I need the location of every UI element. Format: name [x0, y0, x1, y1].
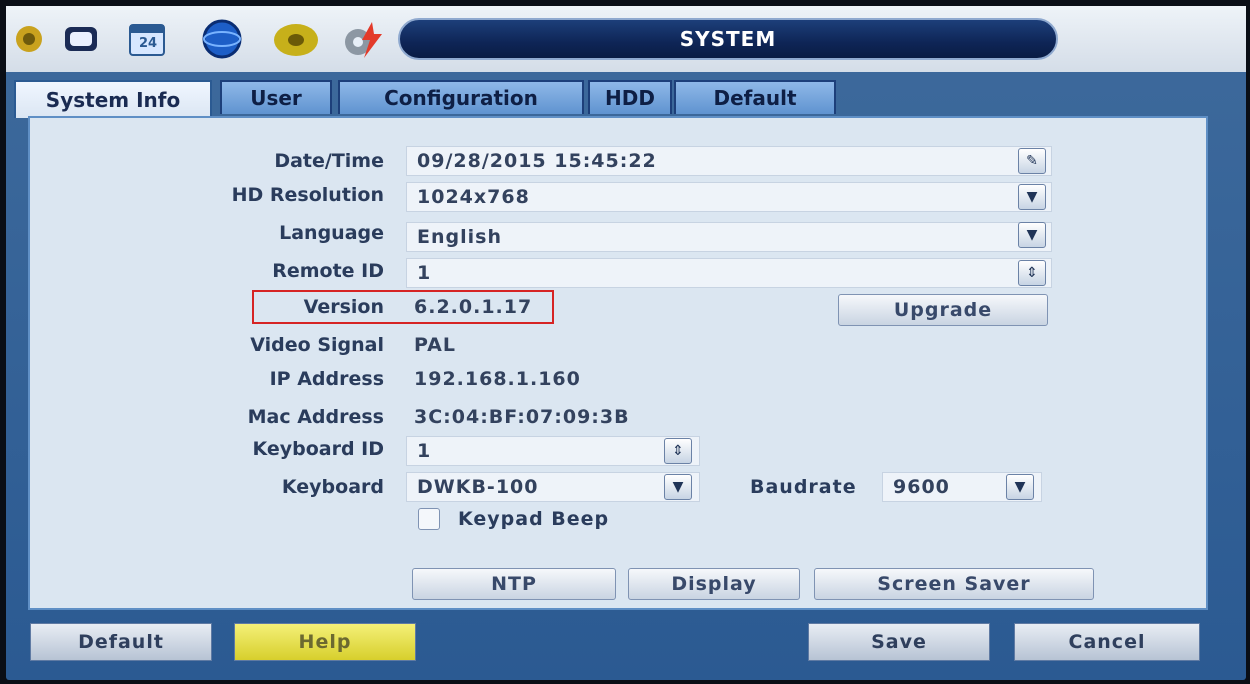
- tab-user[interactable]: User: [220, 80, 332, 114]
- camera-icon[interactable]: [6, 16, 52, 62]
- chevron-down-icon[interactable]: ▼: [1006, 474, 1034, 500]
- top-menu-bar: 24 SYSTEM: [6, 6, 1246, 72]
- ip-address-label: IP Address: [269, 368, 384, 390]
- upgrade-button[interactable]: Upgrade: [838, 294, 1048, 326]
- dvr-screen: 24 SYSTEM System Info User Configuration…: [6, 6, 1246, 680]
- video-signal-value: PAL: [414, 334, 456, 356]
- stepper-arrows-icon[interactable]: ⇕: [664, 438, 692, 464]
- language-value: English: [417, 226, 502, 248]
- screen-saver-button[interactable]: Screen Saver: [814, 568, 1094, 600]
- baudrate-label: Baudrate: [750, 476, 857, 498]
- hd-resolution-select[interactable]: 1024x768: [406, 182, 1052, 212]
- hd-resolution-value: 1024x768: [417, 186, 530, 208]
- chevron-down-icon[interactable]: ▼: [1018, 184, 1046, 210]
- keyboard-value: DWKB-100: [417, 476, 539, 498]
- network-globe-icon[interactable]: [192, 16, 252, 62]
- tab-system-info[interactable]: System Info: [14, 80, 212, 118]
- default-button[interactable]: Default: [30, 623, 212, 661]
- edit-pencil-icon[interactable]: ✎: [1018, 148, 1046, 174]
- mac-address-value: 3C:04:BF:07:09:3B: [414, 406, 630, 428]
- language-select[interactable]: English: [406, 222, 1052, 252]
- version-value: 6.2.0.1.17: [414, 296, 533, 318]
- keyboard-label: Keyboard: [281, 476, 384, 498]
- page-title: SYSTEM: [398, 18, 1058, 60]
- display-button[interactable]: Display: [628, 568, 800, 600]
- remote-id-stepper[interactable]: 1: [406, 258, 1052, 288]
- mac-address-label: Mac Address: [247, 406, 384, 428]
- datetime-label: Date/Time: [274, 150, 384, 172]
- keypad-beep-checkbox[interactable]: [418, 508, 440, 530]
- tab-configuration[interactable]: Configuration: [338, 80, 584, 114]
- system-info-panel: Date/Time 09/28/2015 15:45:22 ✎ HD Resol…: [28, 116, 1208, 610]
- ip-address-value: 192.168.1.160: [414, 368, 581, 390]
- calendar-icon[interactable]: 24: [124, 16, 170, 62]
- version-label: Version: [303, 296, 384, 318]
- video-signal-label: Video Signal: [250, 334, 384, 356]
- keypad-beep-label: Keypad Beep: [458, 508, 610, 530]
- keyboard-select[interactable]: DWKB-100: [406, 472, 700, 502]
- hd-resolution-label: HD Resolution: [231, 184, 384, 206]
- baudrate-value: 9600: [893, 476, 950, 498]
- datetime-field[interactable]: 09/28/2015 15:45:22: [406, 146, 1052, 176]
- remote-id-value: 1: [417, 262, 432, 284]
- remote-id-label: Remote ID: [272, 260, 384, 282]
- save-button[interactable]: Save: [808, 623, 990, 661]
- tab-hdd[interactable]: HDD: [588, 80, 672, 114]
- keyboard-id-stepper[interactable]: 1: [406, 436, 700, 466]
- stepper-arrows-icon[interactable]: ⇕: [1018, 260, 1046, 286]
- chevron-down-icon[interactable]: ▼: [1018, 222, 1046, 248]
- calendar-day-text: 24: [139, 36, 158, 51]
- ntp-button[interactable]: NTP: [412, 568, 616, 600]
- keyboard-id-value: 1: [417, 440, 432, 462]
- keyboard-id-label: Keyboard ID: [252, 438, 384, 460]
- tab-default[interactable]: Default: [674, 80, 836, 114]
- system-gear-icon[interactable]: [336, 16, 392, 62]
- chevron-down-icon[interactable]: ▼: [664, 474, 692, 500]
- help-button[interactable]: Help: [234, 623, 416, 661]
- datetime-value: 09/28/2015 15:45:22: [417, 150, 657, 172]
- language-label: Language: [279, 222, 384, 244]
- monitor-icon[interactable]: [58, 16, 104, 62]
- disk-icon[interactable]: [266, 16, 326, 62]
- cancel-button[interactable]: Cancel: [1014, 623, 1200, 661]
